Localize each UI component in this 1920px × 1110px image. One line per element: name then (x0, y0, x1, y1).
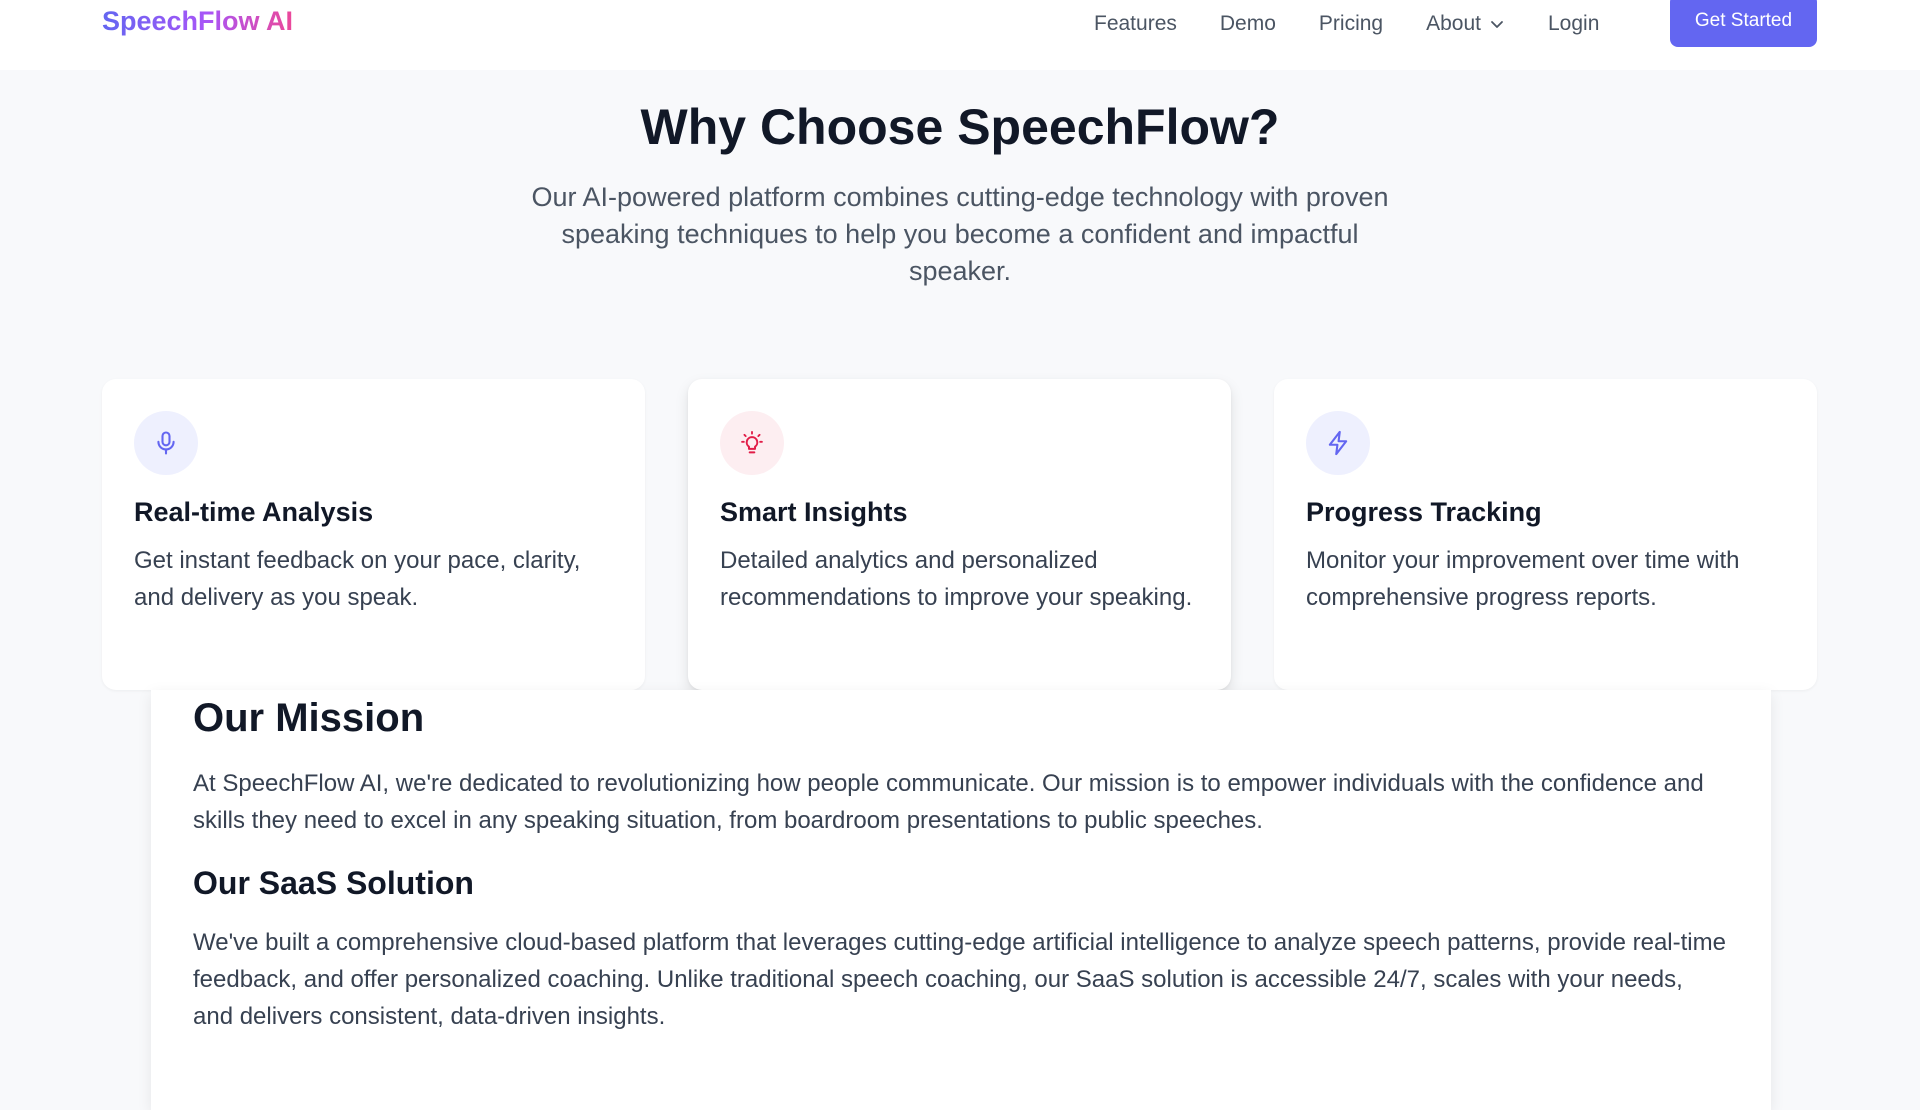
lightbulb-icon (741, 430, 763, 454)
feature-title: Smart Insights (720, 497, 908, 527)
hero-title: Why Choose SpeechFlow? (640, 99, 1280, 155)
feature-icon-badge (1306, 411, 1370, 475)
feature-description: Monitor your improvement over time with … (1306, 547, 1740, 611)
hero-section: Why Choose SpeechFlow? Our AI-powered pl… (0, 100, 1920, 290)
get-started-button[interactable]: Get Started (1670, 0, 1817, 47)
feature-icon-badge (720, 411, 784, 475)
microphone-icon (157, 431, 175, 455)
solution-title: Our SaaS Solution (193, 865, 474, 901)
nav-link-about-label: About (1426, 12, 1481, 35)
feature-description: Get instant feedback on your pace, clari… (134, 547, 581, 611)
mission-title: Our Mission (193, 696, 425, 740)
feature-card-real-time-analysis[interactable]: Real-time Analysis Get instant feedback … (102, 379, 645, 690)
feature-title: Real-time Analysis (134, 497, 374, 527)
nav-links: Features Demo Pricing About Login (1094, 0, 1642, 48)
nav-link-features[interactable]: Features (1094, 12, 1177, 36)
mission-text: At SpeechFlow AI, we're dedicated to rev… (193, 770, 1704, 834)
nav-link-about[interactable]: About (1426, 12, 1505, 36)
nav-link-login[interactable]: Login (1548, 12, 1599, 36)
hero-subtitle: Our AI-powered platform combines cutting… (531, 182, 1389, 286)
top-navbar: SpeechFlow AI Features Demo Pricing Abou… (0, 0, 1920, 70)
feature-title: Progress Tracking (1306, 497, 1542, 527)
chevron-down-icon (1491, 21, 1503, 28)
solution-text: We've built a comprehensive cloud-based … (193, 929, 1726, 1030)
feature-card-smart-insights[interactable]: Smart Insights Detailed analytics and pe… (688, 379, 1231, 690)
feature-card-progress-tracking[interactable]: Progress Tracking Monitor your improveme… (1274, 379, 1817, 690)
feature-cards: Real-time Analysis Get instant feedback … (102, 379, 1818, 690)
nav-link-demo[interactable]: Demo (1220, 12, 1276, 36)
feature-icon-badge (134, 411, 198, 475)
feature-description: Detailed analytics and personalized reco… (720, 547, 1193, 611)
nav-link-pricing[interactable]: Pricing (1319, 12, 1383, 36)
brand-logo[interactable]: SpeechFlow AI (102, 6, 293, 37)
lightning-icon (1328, 430, 1348, 456)
mission-section: Our Mission At SpeechFlow AI, we're dedi… (151, 690, 1771, 1110)
